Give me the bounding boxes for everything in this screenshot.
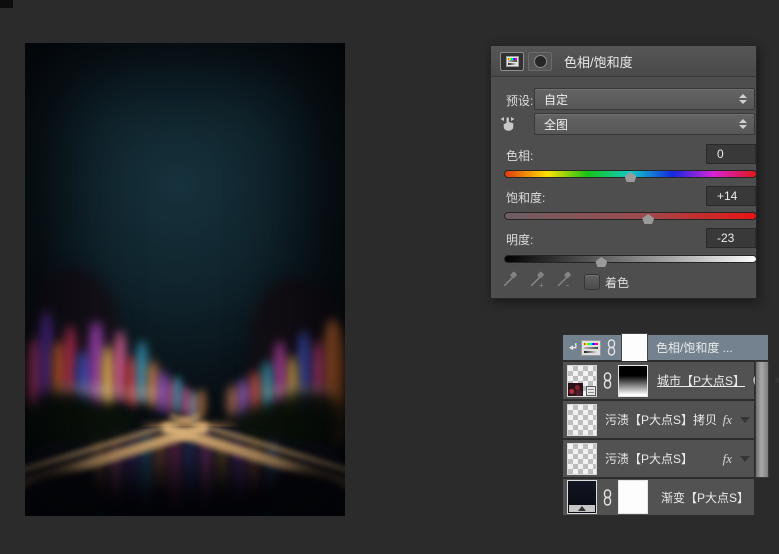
layers-panel: 色相/饱和度 ... 城市【P大点S】 污渍【P大点S】拷贝 fx 污渍【P大点…	[562, 333, 779, 516]
saturation-gradient-track	[504, 212, 757, 220]
hand-pointer-icon	[500, 117, 515, 131]
saturation-slider[interactable]	[504, 209, 757, 225]
colorize-checkbox[interactable]	[584, 274, 600, 290]
adjustment-bars-icon	[505, 55, 519, 67]
eyedropper-icon[interactable]	[501, 271, 519, 289]
layer-thumbnail[interactable]	[567, 364, 597, 397]
eyedropper-minus-icon[interactable]: -	[555, 271, 573, 289]
layer-row-gradient[interactable]: 渐变【P大点S】	[562, 478, 755, 516]
layer-mask-thumbnail[interactable]	[621, 333, 648, 362]
layer-thumbnail[interactable]	[567, 480, 597, 514]
lightness-slider[interactable]	[504, 252, 757, 268]
photo-blob	[182, 386, 190, 418]
link-mask-icon	[603, 372, 612, 389]
preset-dropdown[interactable]: 自定	[534, 88, 755, 110]
clipping-mask-arrow-icon	[568, 343, 577, 351]
clip-circle-glyph	[533, 54, 547, 68]
effects-expander-icon[interactable]	[740, 416, 750, 423]
layer-thumbnail[interactable]	[567, 442, 597, 475]
preset-value: 自定	[544, 92, 569, 107]
layer-row-stain[interactable]: 污渍【P大点S】 fx	[562, 439, 755, 478]
link-mask-icon	[603, 488, 612, 506]
corner-artifact	[0, 0, 13, 8]
layer-effects-fx-badge[interactable]: fx	[723, 412, 732, 428]
layer-mask-thumbnail[interactable]	[618, 480, 648, 514]
thumbnail-slider-bar	[569, 505, 595, 512]
adjustment-layer-thumbnail[interactable]	[581, 339, 601, 356]
saturation-label: 饱和度:	[506, 191, 546, 205]
lightness-value-input[interactable]: -23	[706, 228, 756, 248]
targeted-adjustment-tool[interactable]	[499, 112, 523, 139]
smart-object-badge-icon	[586, 385, 596, 396]
layer-thumbnail[interactable]	[567, 403, 597, 436]
layer-row-hue-saturation[interactable]: 色相/饱和度 ...	[562, 333, 769, 362]
document-canvas[interactable]	[25, 43, 345, 516]
hue-label: 色相:	[506, 149, 534, 163]
panel-header: 色相/饱和度	[491, 46, 756, 77]
photo-blob	[25, 471, 100, 516]
colorize-label: 着色	[605, 276, 630, 290]
photo-blob	[185, 435, 195, 507]
photo-blob	[119, 389, 161, 399]
city-night-photo	[25, 43, 345, 516]
clip-to-layer-icon[interactable]	[528, 51, 552, 71]
preset-label: 预设:	[506, 94, 534, 108]
eyedropper-plus-icon[interactable]: +	[528, 271, 546, 289]
svg-text:+: +	[539, 280, 544, 289]
link-mask-icon	[607, 339, 616, 356]
layer-effects-fx-badge[interactable]: fx	[723, 451, 732, 467]
layer-name: 污渍【P大点S】拷贝	[605, 413, 718, 427]
lightness-label: 明度:	[506, 233, 534, 247]
channel-value: 全图	[544, 117, 569, 132]
layer-row-city[interactable]: 城市【P大点S】	[562, 361, 779, 400]
eyedropper-group: + -	[501, 271, 573, 289]
hue-sat-adjustment-icon[interactable]	[500, 51, 524, 71]
photo-blob	[174, 376, 182, 413]
photo-blob	[148, 361, 158, 408]
layer-name: 污渍【P大点S】	[605, 452, 694, 466]
saturation-value-input[interactable]: +14	[706, 186, 756, 206]
gradient-mask-thumbnail[interactable]	[618, 364, 648, 397]
svg-text:-: -	[566, 280, 569, 289]
hue-value-input[interactable]: 0	[706, 144, 756, 164]
photo-blob	[228, 385, 236, 417]
effects-expander-icon[interactable]	[740, 455, 750, 462]
lightness-gradient-track	[504, 255, 757, 263]
channel-dropdown[interactable]: 全图	[534, 113, 755, 135]
dropdown-arrows-icon	[739, 94, 747, 104]
panel-title: 色相/饱和度	[564, 54, 633, 70]
layer-row-stain-copy[interactable]: 污渍【P大点S】拷贝 fx	[562, 400, 755, 439]
layers-scrollbar[interactable]	[755, 361, 769, 478]
dropdown-arrows-icon	[739, 119, 747, 129]
layer-name: 城市【P大点S】	[657, 374, 746, 388]
hue-saturation-properties-panel: 色相/饱和度 预设: 自定 全图 色相: 0 饱和度: +14 明度: -23 …	[490, 45, 757, 299]
layer-name: 渐变【P大点S】	[661, 490, 750, 505]
photo-blob	[39, 311, 53, 403]
thumbnail-content	[568, 382, 583, 396]
photo-blob	[169, 433, 181, 515]
layer-name: 色相/饱和度 ...	[656, 341, 733, 355]
photo-blob	[270, 471, 345, 516]
photo-blob	[102, 346, 114, 408]
effects-expander-icon[interactable]	[774, 377, 779, 384]
hue-slider[interactable]	[504, 167, 757, 183]
photoshop-workspace: 色相/饱和度 预设: 自定 全图 色相: 0 饱和度: +14 明度: -23 …	[0, 0, 779, 554]
